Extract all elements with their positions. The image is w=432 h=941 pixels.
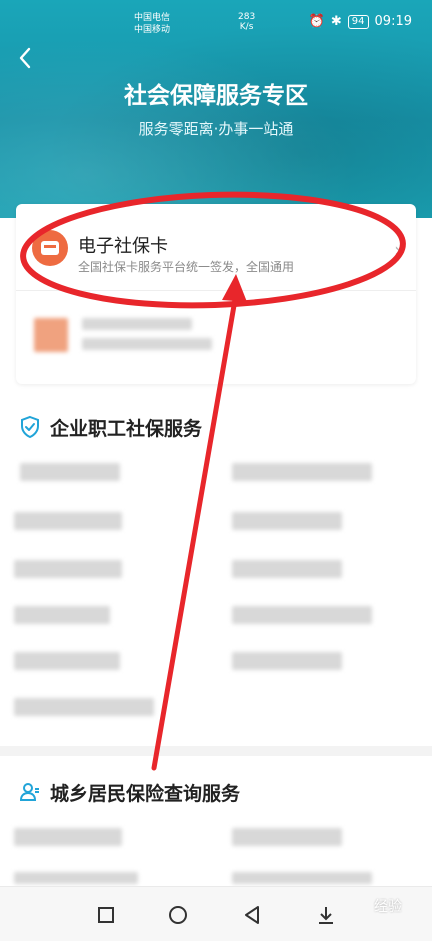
status-right: ⏰ ✱ 94 09:19 bbox=[309, 14, 412, 29]
chevron-left-icon[interactable] bbox=[12, 44, 40, 72]
back-icon[interactable] bbox=[240, 903, 264, 927]
watermark: 经验 bbox=[374, 899, 402, 915]
section-title-resident: 城乡居民保险查询服务 bbox=[50, 783, 241, 805]
blurred-service-item[interactable] bbox=[232, 872, 372, 884]
blurred-service-item[interactable] bbox=[14, 606, 110, 624]
home-icon[interactable] bbox=[166, 903, 190, 927]
page-header: 中国电信 中国移动 283 K/s ⏰ ✱ 94 09:19 社会保障服务专区 … bbox=[0, 0, 432, 218]
page-subtitle: 服务零距离·办事一站通 bbox=[138, 120, 294, 138]
blurred-service-item[interactable] bbox=[232, 560, 342, 578]
blurred-service-item[interactable] bbox=[14, 512, 122, 530]
alarm-icon: ⏰ bbox=[308, 14, 325, 29]
status-bar: 中国电信 中国移动 283 K/s ⏰ ✱ 94 09:19 bbox=[0, 0, 432, 40]
blurred-avatar bbox=[34, 318, 68, 352]
battery-level: 94 bbox=[347, 14, 369, 29]
blurred-service-item[interactable] bbox=[14, 560, 122, 578]
notification-pulldown-icon[interactable] bbox=[314, 903, 338, 927]
carrier-2: 中国移动 bbox=[134, 25, 171, 35]
chevron-right-icon: › bbox=[394, 238, 402, 262]
card-icon bbox=[32, 230, 68, 266]
service-card: 电子社保卡 全国社保卡服务平台统一签发，全国通用 › bbox=[16, 204, 416, 384]
section-separator bbox=[0, 746, 432, 756]
shield-check-icon bbox=[18, 415, 42, 439]
network-speed-value: 283 bbox=[238, 12, 256, 22]
divider bbox=[16, 290, 416, 291]
blurred-service-item[interactable] bbox=[14, 872, 138, 884]
blurred-service-item[interactable] bbox=[20, 463, 120, 481]
system-nav-bar bbox=[0, 886, 432, 941]
blurred-service-item[interactable] bbox=[232, 512, 342, 530]
carrier-1: 中国电信 bbox=[134, 13, 171, 23]
sscard-description: 全国社保卡服务平台统一签发，全国通用 bbox=[78, 260, 295, 274]
blurred-service-item[interactable] bbox=[14, 828, 122, 846]
sscard-title: 电子社保卡 bbox=[78, 236, 168, 257]
blurred-text bbox=[82, 338, 212, 350]
bluetooth-icon: ✱ bbox=[330, 14, 342, 29]
blurred-service-item[interactable] bbox=[232, 463, 372, 481]
network-speed-unit: K/s bbox=[239, 22, 254, 32]
clock: 09:19 bbox=[374, 14, 412, 29]
electronic-social-security-card-entry[interactable]: 电子社保卡 全国社保卡服务平台统一签发，全国通用 › bbox=[16, 204, 416, 288]
blurred-service-item[interactable] bbox=[232, 606, 372, 624]
section-title-enterprise: 企业职工社保服务 bbox=[50, 418, 203, 440]
person-icon bbox=[18, 780, 42, 804]
carrier-info: 中国电信 中国移动 bbox=[134, 12, 170, 36]
blurred-service-item[interactable] bbox=[232, 828, 342, 846]
recent-apps-icon[interactable] bbox=[94, 903, 118, 927]
blurred-service-item[interactable] bbox=[232, 652, 342, 670]
blurred-text bbox=[82, 318, 192, 330]
page-title: 社会保障服务专区 bbox=[124, 83, 308, 109]
network-speed: 283 K/s bbox=[238, 12, 255, 32]
blurred-service-item[interactable] bbox=[14, 652, 120, 670]
blurred-service-item[interactable] bbox=[14, 698, 154, 716]
